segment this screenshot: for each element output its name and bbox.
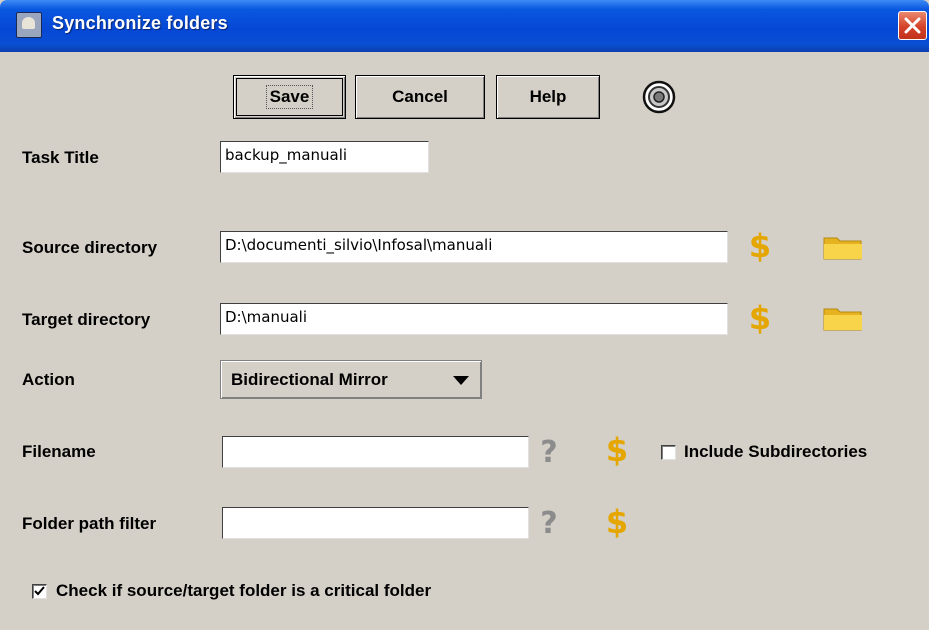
svg-text:?: ? — [540, 435, 557, 468]
folder-icon[interactable] — [823, 305, 863, 331]
svg-text:$: $ — [749, 301, 771, 335]
help-button-label: Help — [529, 87, 567, 106]
dollar-icon[interactable]: $ — [749, 301, 771, 335]
dollar-icon[interactable]: $ — [606, 433, 628, 467]
svg-text:?: ? — [540, 506, 557, 539]
close-button[interactable] — [898, 11, 927, 40]
filename-label: Filename — [22, 442, 96, 461]
source-directory-label: Source directory — [22, 238, 158, 257]
cancel-button[interactable]: Cancel — [355, 75, 485, 119]
filename-input[interactable] — [222, 436, 529, 468]
help-button[interactable]: Help — [496, 75, 600, 119]
dollar-icon[interactable]: $ — [606, 505, 628, 539]
help-question-icon[interactable]: ? — [538, 434, 560, 468]
circle-target-icon[interactable] — [642, 80, 676, 114]
dollar-icon[interactable]: $ — [749, 229, 771, 263]
critical-folder-checkbox[interactable] — [32, 584, 47, 599]
app-icon — [16, 12, 42, 38]
include-subdirectories-label: Include Subdirectories — [684, 442, 868, 461]
save-button-label: Save — [265, 85, 314, 109]
window-title: Synchronize folders — [52, 13, 228, 33]
action-dropdown[interactable]: Bidirectional Mirror — [220, 360, 482, 399]
svg-text:$: $ — [606, 433, 628, 467]
cancel-button-label: Cancel — [392, 87, 448, 106]
folder-path-filter-input[interactable] — [222, 507, 529, 539]
critical-folder-label: Check if source/target folder is a criti… — [56, 581, 432, 600]
action-label: Action — [22, 370, 75, 389]
svg-text:$: $ — [749, 229, 771, 263]
svg-text:$: $ — [606, 505, 628, 539]
checkmark-icon — [34, 586, 45, 596]
folder-icon[interactable] — [823, 234, 863, 260]
title-bar: Synchronize folders — [0, 0, 929, 52]
save-button[interactable]: Save — [233, 75, 346, 119]
action-dropdown-value: Bidirectional Mirror — [231, 370, 388, 389]
target-directory-input[interactable]: D:\manuali — [220, 303, 728, 335]
chevron-down-icon — [453, 376, 469, 385]
task-title-input[interactable]: backup_manuali — [220, 141, 429, 173]
target-directory-label: Target directory — [22, 310, 151, 329]
source-directory-input[interactable]: D:\documenti_silvio\Infosal\manuali — [220, 231, 728, 263]
task-title-label: Task Title — [22, 148, 99, 167]
include-subdirectories-checkbox[interactable] — [661, 445, 676, 460]
folder-path-filter-label: Folder path filter — [22, 514, 157, 533]
help-question-icon[interactable]: ? — [538, 505, 560, 539]
close-icon — [904, 17, 921, 34]
